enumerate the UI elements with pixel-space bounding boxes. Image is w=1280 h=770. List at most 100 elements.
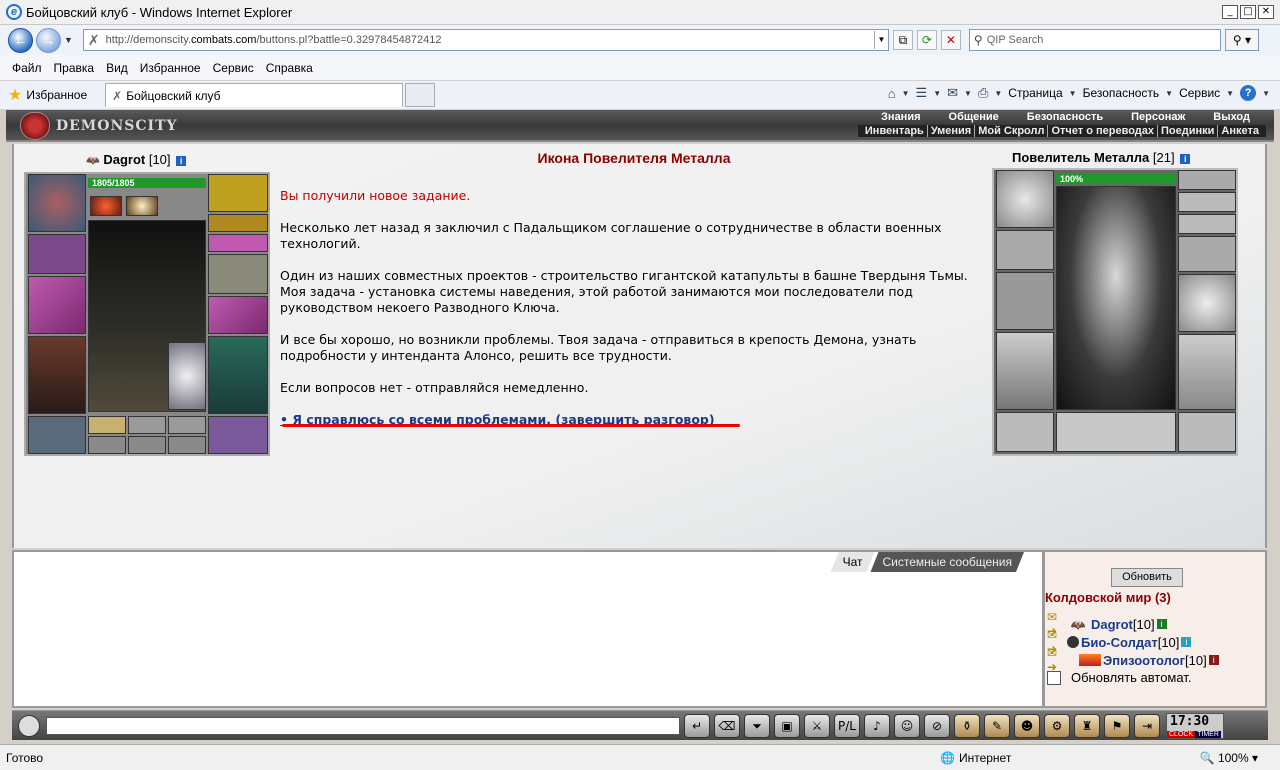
new-tab-button[interactable] <box>405 83 436 107</box>
rings-slot[interactable] <box>208 234 268 252</box>
quests-icon[interactable]: ⚙ <box>1044 713 1070 738</box>
pants-slot[interactable] <box>208 336 268 414</box>
exit-icon[interactable]: ⇥ <box>1134 713 1160 738</box>
chat-input[interactable] <box>46 716 680 735</box>
menu-file[interactable]: Файл <box>12 61 42 75</box>
minimize-button[interactable]: _ <box>1222 5 1238 19</box>
helmet-slot[interactable] <box>28 174 86 232</box>
tab-system-messages[interactable]: Системные сообщения <box>870 552 1024 572</box>
game-clock: 17:30 CLOCK TIMER <box>1166 712 1224 739</box>
nav-social[interactable]: Общение <box>935 111 1013 123</box>
weapon-left-slot[interactable] <box>28 276 86 334</box>
nav-inventory[interactable]: Инвентарь <box>862 125 928 137</box>
compatibility-view-icon[interactable]: ⧉ <box>892 30 913 50</box>
back-button[interactable]: ← <box>8 27 33 53</box>
nav-character[interactable]: Персонаж <box>1117 111 1199 123</box>
armor-slot[interactable] <box>28 336 86 414</box>
smiles-icon[interactable]: ☺ <box>894 713 920 738</box>
scroll-icon[interactable]: ✎ <box>984 713 1010 738</box>
menu-view[interactable]: Вид <box>106 61 128 75</box>
castle-icon[interactable]: ♜ <box>1074 713 1100 738</box>
auto-refresh-checkbox[interactable] <box>1047 670 1061 685</box>
chat-speaker-icon[interactable] <box>18 715 40 737</box>
filter-icon[interactable]: ⏷ <box>744 713 770 738</box>
rune-slot-2[interactable] <box>128 436 166 454</box>
gloves-slot[interactable] <box>208 254 268 294</box>
dialog-paragraph-4: Если вопросов нет - отправляйся немедлен… <box>280 380 589 395</box>
npc-amulet-slot <box>1178 170 1236 190</box>
save-log-icon[interactable]: ▣ <box>774 713 800 738</box>
ring-slot-1[interactable] <box>88 416 126 434</box>
stop-icon[interactable]: ✕ <box>940 30 961 50</box>
translit-icon[interactable]: P/L <box>834 713 860 738</box>
ring-slot-3[interactable] <box>168 416 206 434</box>
earrings-slot[interactable] <box>208 214 268 232</box>
owl-pet-slot[interactable] <box>168 342 206 410</box>
menu-tools[interactable]: Сервис <box>213 61 254 75</box>
fight-icon[interactable]: ⚔ <box>804 713 830 738</box>
address-input[interactable]: ✗ http://demonscity.combats.com/buttons.… <box>82 29 889 51</box>
search-icon: ⚲ <box>973 33 983 47</box>
favorites-button[interactable]: Избранное <box>26 88 87 102</box>
ignore-icon[interactable]: ⊘ <box>924 713 950 738</box>
npc-boots-slot <box>1178 412 1236 452</box>
nav-profile[interactable]: Анкета <box>1218 125 1262 137</box>
menu-help[interactable]: Справка <box>266 61 313 75</box>
effect-slot-1[interactable] <box>90 196 122 216</box>
npc-dialog-title: Икона Повелителя Металла <box>537 150 731 166</box>
ring-slot-2[interactable] <box>128 416 166 434</box>
user-info-icon[interactable]: i <box>1208 655 1219 665</box>
search-go-button[interactable]: ⚲ ▾ <box>1224 29 1259 51</box>
home-icon[interactable]: ⌂ <box>888 86 896 101</box>
new-task-notice: Вы получили новое задание. <box>280 188 471 203</box>
nav-skills[interactable]: Умения <box>928 125 976 137</box>
nav-transfer-report[interactable]: Отчет о переводах <box>1048 125 1159 137</box>
zoom-level[interactable]: 🔍 100% ▾ <box>1200 751 1258 765</box>
refresh-button[interactable]: Обновить <box>1111 568 1183 587</box>
clock-tab[interactable]: CLOCK <box>1167 730 1196 738</box>
clear-chat-icon[interactable]: ⌫ <box>714 713 740 738</box>
timer-tab[interactable]: TIMER <box>1195 730 1221 738</box>
npc-info-icon[interactable]: i <box>1180 153 1191 164</box>
nav-security[interactable]: Безопасность <box>1013 111 1117 123</box>
boots-slot[interactable] <box>208 416 268 454</box>
friends-icon[interactable]: ☻ <box>1014 713 1040 738</box>
player-info-icon[interactable]: i <box>176 155 187 166</box>
menu-favorites[interactable]: Избранное <box>140 61 201 75</box>
security-menu[interactable]: Безопасность <box>1083 86 1160 100</box>
forward-button[interactable]: → <box>36 27 61 53</box>
rune-slot-1[interactable] <box>88 436 126 454</box>
mail-icon[interactable]: ✉ <box>947 85 958 101</box>
bag-icon[interactable]: ⚱ <box>954 713 980 738</box>
npc-bracers-slot <box>996 230 1054 270</box>
send-message-icon[interactable]: ↵ <box>684 713 710 738</box>
rune-slot-3[interactable] <box>168 436 206 454</box>
address-dropdown-icon[interactable]: ▼ <box>873 31 888 49</box>
tools-menu[interactable]: Сервис <box>1179 86 1220 100</box>
recent-pages-dropdown[interactable]: ▼ <box>64 35 73 45</box>
belt-slot[interactable] <box>28 416 86 454</box>
search-input[interactable]: ⚲ QIP Search <box>968 29 1221 51</box>
feeds-icon[interactable]: ☰ <box>916 85 928 101</box>
nav-exit[interactable]: Выход <box>1199 111 1264 123</box>
tab-chat[interactable]: Чат <box>831 552 875 572</box>
bracers-slot[interactable] <box>28 234 86 274</box>
flag-icon[interactable]: ⚑ <box>1104 713 1130 738</box>
print-icon[interactable]: ⎙ <box>978 85 988 101</box>
maximize-button[interactable]: □ <box>1240 5 1256 19</box>
close-window-button[interactable]: ✕ <box>1258 5 1274 19</box>
help-icon[interactable]: ? <box>1240 85 1257 101</box>
npc-hp-bar: 100% <box>1056 174 1176 184</box>
weapon-right-slot[interactable] <box>208 296 268 334</box>
bat-icon: 🦇 <box>86 155 100 167</box>
nav-battles[interactable]: Поединки <box>1158 125 1219 137</box>
effect-slot-2[interactable] <box>126 196 158 216</box>
sound-icon[interactable]: ♪ <box>864 713 890 738</box>
nav-knowledge[interactable]: Знания <box>867 111 934 123</box>
menu-edit[interactable]: Правка <box>54 61 95 75</box>
refresh-icon[interactable]: ⟳ <box>916 30 937 50</box>
nav-my-scroll[interactable]: Мой Скролл <box>975 125 1049 137</box>
amulet-slot[interactable] <box>208 174 268 212</box>
page-menu[interactable]: Страница <box>1008 86 1062 100</box>
browser-tab[interactable]: ✗ Бойцовский клуб <box>105 83 404 107</box>
